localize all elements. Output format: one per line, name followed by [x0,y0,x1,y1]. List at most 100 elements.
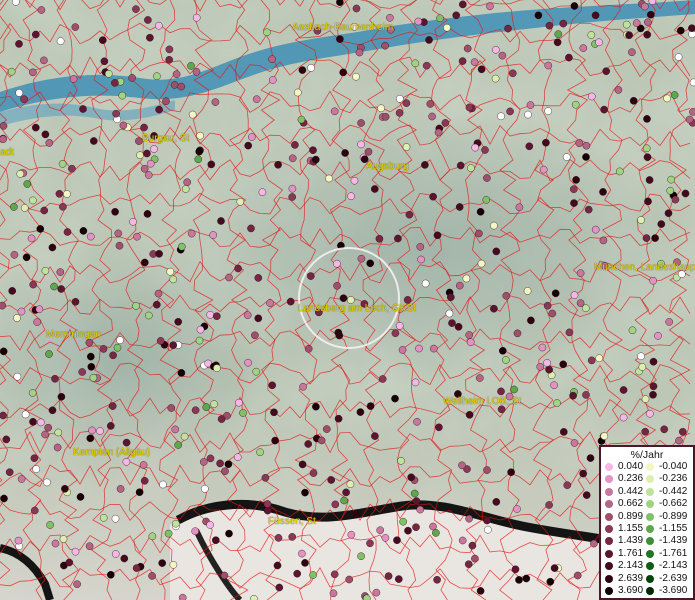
station-marker[interactable] [545,365,553,374]
station-marker[interactable] [111,79,119,87]
station-marker[interactable] [391,394,399,403]
station-marker[interactable] [570,199,578,207]
station-marker[interactable] [674,53,683,61]
station-marker[interactable] [153,72,161,80]
station-marker[interactable] [644,197,652,206]
station-marker[interactable] [559,19,568,28]
station-marker[interactable] [405,210,414,219]
station-marker[interactable] [429,522,437,531]
station-marker[interactable] [582,153,590,161]
station-marker[interactable] [107,571,115,579]
station-marker[interactable] [35,305,44,314]
station-marker[interactable] [50,282,58,291]
station-marker[interactable] [146,159,155,168]
station-marker[interactable] [536,362,545,371]
station-marker[interactable] [10,203,18,211]
station-marker[interactable] [428,112,436,121]
station-marker[interactable] [476,587,485,595]
station-marker[interactable] [671,195,680,204]
station-marker[interactable] [638,363,647,371]
station-marker[interactable] [591,225,600,234]
station-marker[interactable] [29,280,38,289]
station-marker[interactable] [140,476,149,485]
station-marker[interactable] [445,309,454,318]
station-marker[interactable] [465,410,474,419]
station-marker[interactable] [191,527,199,536]
station-marker[interactable] [483,466,491,474]
station-marker[interactable] [71,297,80,306]
station-marker[interactable] [309,571,317,579]
station-marker[interactable] [347,192,355,200]
station-marker[interactable] [395,95,404,103]
station-marker[interactable] [625,31,633,40]
station-marker[interactable] [8,287,17,295]
station-marker[interactable] [572,176,580,184]
station-marker[interactable] [235,398,243,407]
station-marker[interactable] [166,267,175,276]
station-marker[interactable] [483,516,491,525]
station-marker[interactable] [239,409,247,417]
station-marker[interactable] [334,414,343,423]
station-marker[interactable] [523,287,532,295]
station-marker[interactable] [402,143,411,151]
station-marker[interactable] [411,378,420,387]
station-marker[interactable] [158,559,166,567]
station-marker[interactable] [366,539,374,548]
station-marker[interactable] [602,67,611,75]
station-marker[interactable] [0,494,8,503]
station-marker[interactable] [206,521,214,529]
station-marker[interactable] [432,529,440,537]
station-marker[interactable] [17,475,26,483]
station-marker[interactable] [41,430,49,439]
station-marker[interactable] [446,293,455,302]
station-marker[interactable] [522,574,531,583]
station-marker[interactable] [560,428,568,436]
station-marker[interactable] [336,35,344,43]
station-marker[interactable] [334,328,343,337]
station-marker[interactable] [165,45,174,54]
station-marker[interactable] [152,300,161,309]
station-marker[interactable] [291,141,299,149]
station-marker[interactable] [288,184,297,193]
station-marker[interactable] [202,403,211,411]
station-marker[interactable] [649,382,658,391]
station-marker[interactable] [135,488,144,497]
station-marker[interactable] [144,16,152,24]
station-marker[interactable] [490,304,498,313]
station-marker[interactable] [415,344,423,353]
station-marker[interactable] [579,469,588,478]
station-marker[interactable] [71,547,80,556]
station-marker[interactable] [192,68,201,76]
station-marker[interactable] [546,577,555,586]
station-marker[interactable] [88,426,96,435]
station-marker[interactable] [524,110,532,119]
station-marker[interactable] [0,122,8,130]
station-marker[interactable] [452,11,461,20]
station-marker[interactable] [544,61,553,70]
station-marker[interactable] [490,221,498,230]
station-marker[interactable] [132,5,140,13]
station-marker[interactable] [614,86,623,94]
station-marker[interactable] [394,575,403,583]
station-marker[interactable] [254,274,263,282]
station-marker[interactable] [111,514,120,523]
station-marker[interactable] [565,328,574,337]
station-marker[interactable] [339,294,348,303]
station-marker[interactable] [646,409,654,418]
station-marker[interactable] [510,385,518,394]
station-marker[interactable] [206,454,215,463]
station-marker[interactable] [144,311,153,320]
station-marker[interactable] [643,115,651,123]
station-marker[interactable] [221,467,229,476]
station-marker[interactable] [622,20,631,29]
station-marker[interactable] [211,98,220,106]
station-marker[interactable] [51,539,60,548]
station-marker[interactable] [381,113,390,121]
station-marker[interactable] [417,255,425,264]
station-marker[interactable] [492,498,501,506]
station-marker[interactable] [664,209,673,217]
station-marker[interactable] [545,21,554,30]
station-marker[interactable] [651,234,659,242]
station-marker[interactable] [576,299,585,307]
station-marker[interactable] [288,533,297,541]
